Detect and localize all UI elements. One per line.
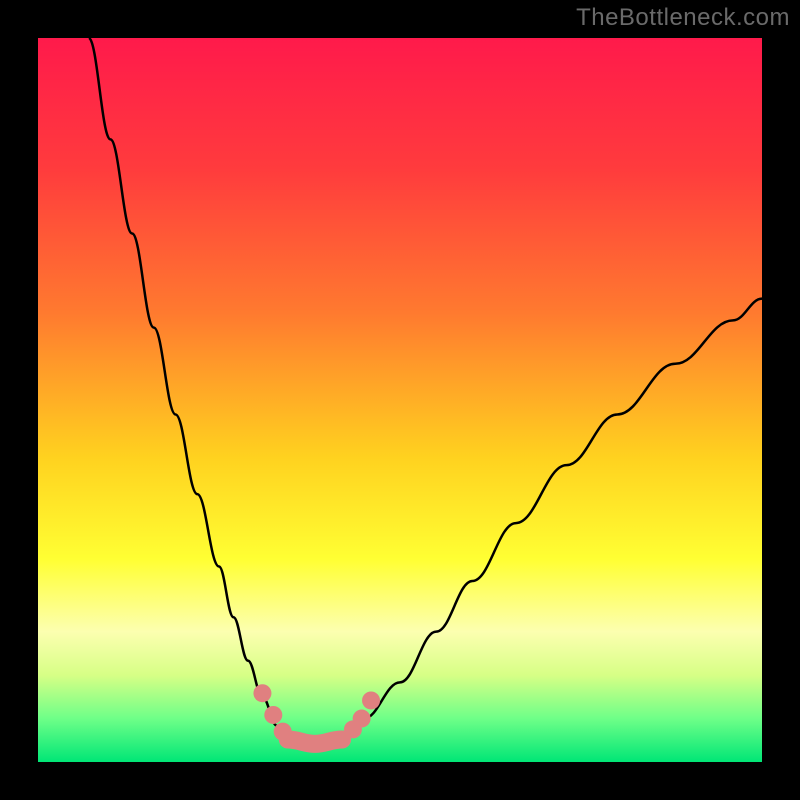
- curve-right-branch: [342, 299, 762, 741]
- marker-dot: [274, 723, 292, 741]
- plot-area: [38, 38, 762, 762]
- marker-dot: [264, 706, 282, 724]
- marker-dots-group: [253, 684, 380, 740]
- chart-frame: TheBottleneck.com: [0, 0, 800, 800]
- marker-bottom-run: [288, 740, 342, 744]
- curve-layer: [38, 38, 762, 762]
- curve-left-branch: [89, 38, 288, 740]
- marker-dot: [253, 684, 271, 702]
- attribution-text: TheBottleneck.com: [576, 4, 790, 32]
- marker-dot: [362, 691, 380, 709]
- marker-dot: [353, 710, 371, 728]
